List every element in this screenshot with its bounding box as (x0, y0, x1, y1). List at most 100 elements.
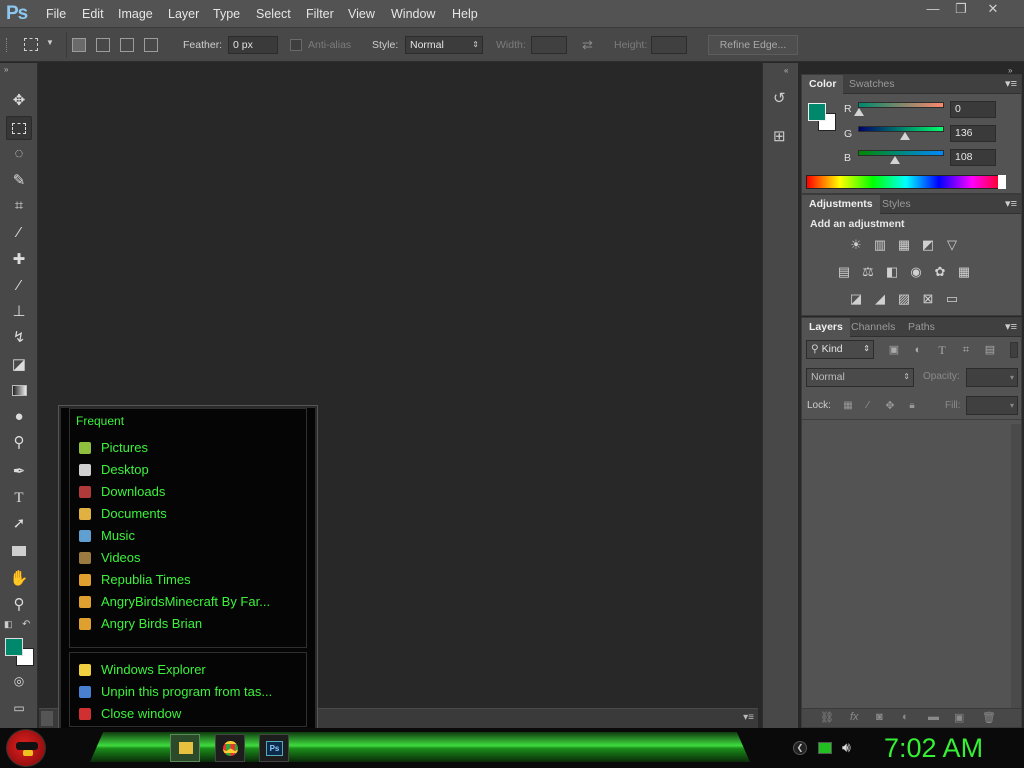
filter-pixel-icon[interactable]: ▣ (884, 342, 904, 358)
color-spectrum-bar[interactable] (806, 175, 1006, 189)
menu-type[interactable]: Type (213, 7, 240, 21)
width-input[interactable] (531, 36, 567, 54)
menu-layer[interactable]: Layer (168, 7, 199, 21)
levels-icon[interactable]: ▥ (870, 237, 890, 253)
channel-mixer-icon[interactable]: ✿ (930, 264, 950, 280)
hand-tool-icon[interactable]: ✋ (6, 567, 32, 591)
green-slider-thumb[interactable] (900, 132, 910, 140)
green-value-input[interactable]: 136 (950, 125, 996, 142)
type-tool-icon[interactable]: T (6, 486, 32, 510)
swap-colors-icon[interactable]: ↶ (22, 619, 30, 630)
restore-button[interactable]: ❐ (946, 1, 976, 17)
new-group-icon[interactable]: ▬ (928, 711, 939, 723)
layers-scrollbar[interactable] (1011, 424, 1021, 708)
photo-filter-icon[interactable]: ◉ (906, 264, 926, 280)
menu-help[interactable]: Help (452, 7, 478, 21)
pen-tool-icon[interactable]: ✒ (6, 460, 32, 484)
tab-adjustments[interactable]: Adjustments (802, 195, 880, 214)
feather-input[interactable]: 0 px (228, 36, 278, 54)
filter-toggle[interactable] (1010, 342, 1018, 358)
new-adjustment-icon[interactable]: ◐ (902, 711, 909, 723)
new-layer-icon[interactable]: ▣ (954, 711, 964, 724)
vibrance-icon[interactable]: ▽ (942, 237, 962, 253)
crop-tool-icon[interactable]: ⌗ (6, 194, 32, 218)
eraser-tool-icon[interactable]: ◪ (6, 353, 32, 377)
blue-slider-track[interactable] (858, 150, 944, 156)
tab-paths[interactable]: Paths (901, 318, 942, 337)
menu-file[interactable]: File (46, 7, 66, 21)
clone-stamp-tool-icon[interactable]: ⊥ (6, 300, 32, 324)
lock-transparent-icon[interactable]: ▦ (838, 398, 858, 414)
marquee-tool-icon[interactable] (6, 116, 32, 140)
exposure-icon[interactable]: ◩ (918, 237, 938, 253)
blue-value-input[interactable]: 108 (950, 149, 996, 166)
rectangle-tool-icon[interactable] (6, 539, 32, 563)
menu-filter[interactable]: Filter (306, 7, 334, 21)
panel-menu-icon[interactable]: ▾≡ (1005, 197, 1017, 210)
filter-type-icon[interactable]: T (932, 342, 952, 358)
height-input[interactable] (651, 36, 687, 54)
tab-layers[interactable]: Layers (802, 318, 850, 337)
minimize-button[interactable]: — (918, 1, 948, 17)
brush-tool-icon[interactable]: ⁄ (6, 274, 32, 298)
filter-smart-object-icon[interactable]: ▤ (980, 342, 1000, 358)
menu-image[interactable]: Image (118, 7, 153, 21)
red-value-input[interactable]: 0 (950, 101, 996, 118)
antialias-checkbox[interactable] (290, 39, 302, 51)
posterize-icon[interactable]: ◢ (870, 291, 890, 307)
chevron-down-icon[interactable]: ▼ (46, 38, 54, 47)
foreground-color-swatch[interactable] (5, 638, 23, 656)
tray-expand-icon[interactable]: ❮ (793, 741, 807, 755)
scroll-handle[interactable] (41, 711, 53, 726)
marquee-preset-icon[interactable] (24, 38, 38, 51)
invert-icon[interactable]: ◪ (846, 291, 866, 307)
style-select[interactable]: Normal ⇕ (405, 36, 483, 54)
add-mask-icon[interactable]: ◙ (876, 711, 883, 723)
history-brush-tool-icon[interactable]: ↯ (6, 326, 32, 350)
black-white-icon[interactable]: ◧ (882, 264, 902, 280)
menu-window[interactable]: Window (391, 7, 435, 21)
blur-tool-icon[interactable]: ● (6, 405, 32, 429)
link-layers-icon[interactable]: ⛓︎ (820, 711, 834, 724)
collapse-arrows-icon[interactable]: » (4, 65, 8, 74)
color-lookup-icon[interactable]: ▦ (954, 264, 974, 280)
new-selection-icon[interactable] (72, 38, 86, 52)
taskbar-photoshop-button[interactable]: Ps (259, 734, 289, 762)
swap-icon[interactable]: ⇄ (582, 37, 593, 53)
network-icon[interactable] (818, 742, 832, 754)
lock-position-icon[interactable]: ✥ (880, 398, 900, 414)
taskbar-chrome-button[interactable] (215, 734, 245, 762)
panel-menu-icon[interactable]: ▾≡ (1005, 77, 1017, 90)
foreground-swatch[interactable] (808, 103, 826, 121)
path-select-tool-icon[interactable]: ➚ (6, 512, 32, 536)
subtract-selection-icon[interactable] (120, 38, 134, 52)
quick-mask-icon[interactable]: ◎ (6, 669, 32, 693)
lock-all-icon[interactable]: 🔒︎ (902, 398, 922, 414)
white-swatch[interactable] (998, 175, 1006, 189)
intersect-selection-icon[interactable] (144, 38, 158, 52)
zoom-tool-icon[interactable]: ⚲ (6, 593, 32, 617)
history-panel-icon[interactable]: ↺ (773, 89, 786, 107)
start-button-angry-bird-icon[interactable] (6, 729, 46, 767)
tab-color[interactable]: Color (802, 75, 844, 94)
tab-styles[interactable]: Styles (875, 195, 918, 214)
eyedropper-tool-icon[interactable]: ⁄ (6, 221, 32, 245)
opacity-input[interactable]: ▾ (966, 368, 1018, 387)
color-balance-icon[interactable]: ⚖ (858, 264, 878, 280)
volume-icon[interactable]: 🔊︎ (842, 739, 851, 756)
healing-brush-tool-icon[interactable]: ✚ (6, 248, 32, 272)
taskbar-explorer-button[interactable] (170, 734, 200, 762)
layer-filter-kind-select[interactable]: ⚲ Kind ⇕ (806, 340, 874, 359)
delete-layer-icon[interactable]: 🗑︎ (982, 711, 996, 724)
tab-channels[interactable]: Channels (844, 318, 902, 337)
selective-color-icon[interactable]: ⊠ (918, 291, 938, 307)
red-slider-track[interactable] (858, 102, 944, 108)
refine-edge-button[interactable]: Refine Edge... (708, 35, 798, 55)
red-slider-thumb[interactable] (854, 108, 864, 116)
dodge-tool-icon[interactable]: ⚲ (6, 431, 32, 455)
collapse-arrows-icon[interactable]: « (784, 66, 788, 75)
curves-icon[interactable]: ▦ (894, 237, 914, 253)
tab-swatches[interactable]: Swatches (842, 75, 902, 94)
lasso-tool-icon[interactable]: ◌ (6, 142, 32, 166)
gradient-tool-icon[interactable] (6, 379, 32, 403)
